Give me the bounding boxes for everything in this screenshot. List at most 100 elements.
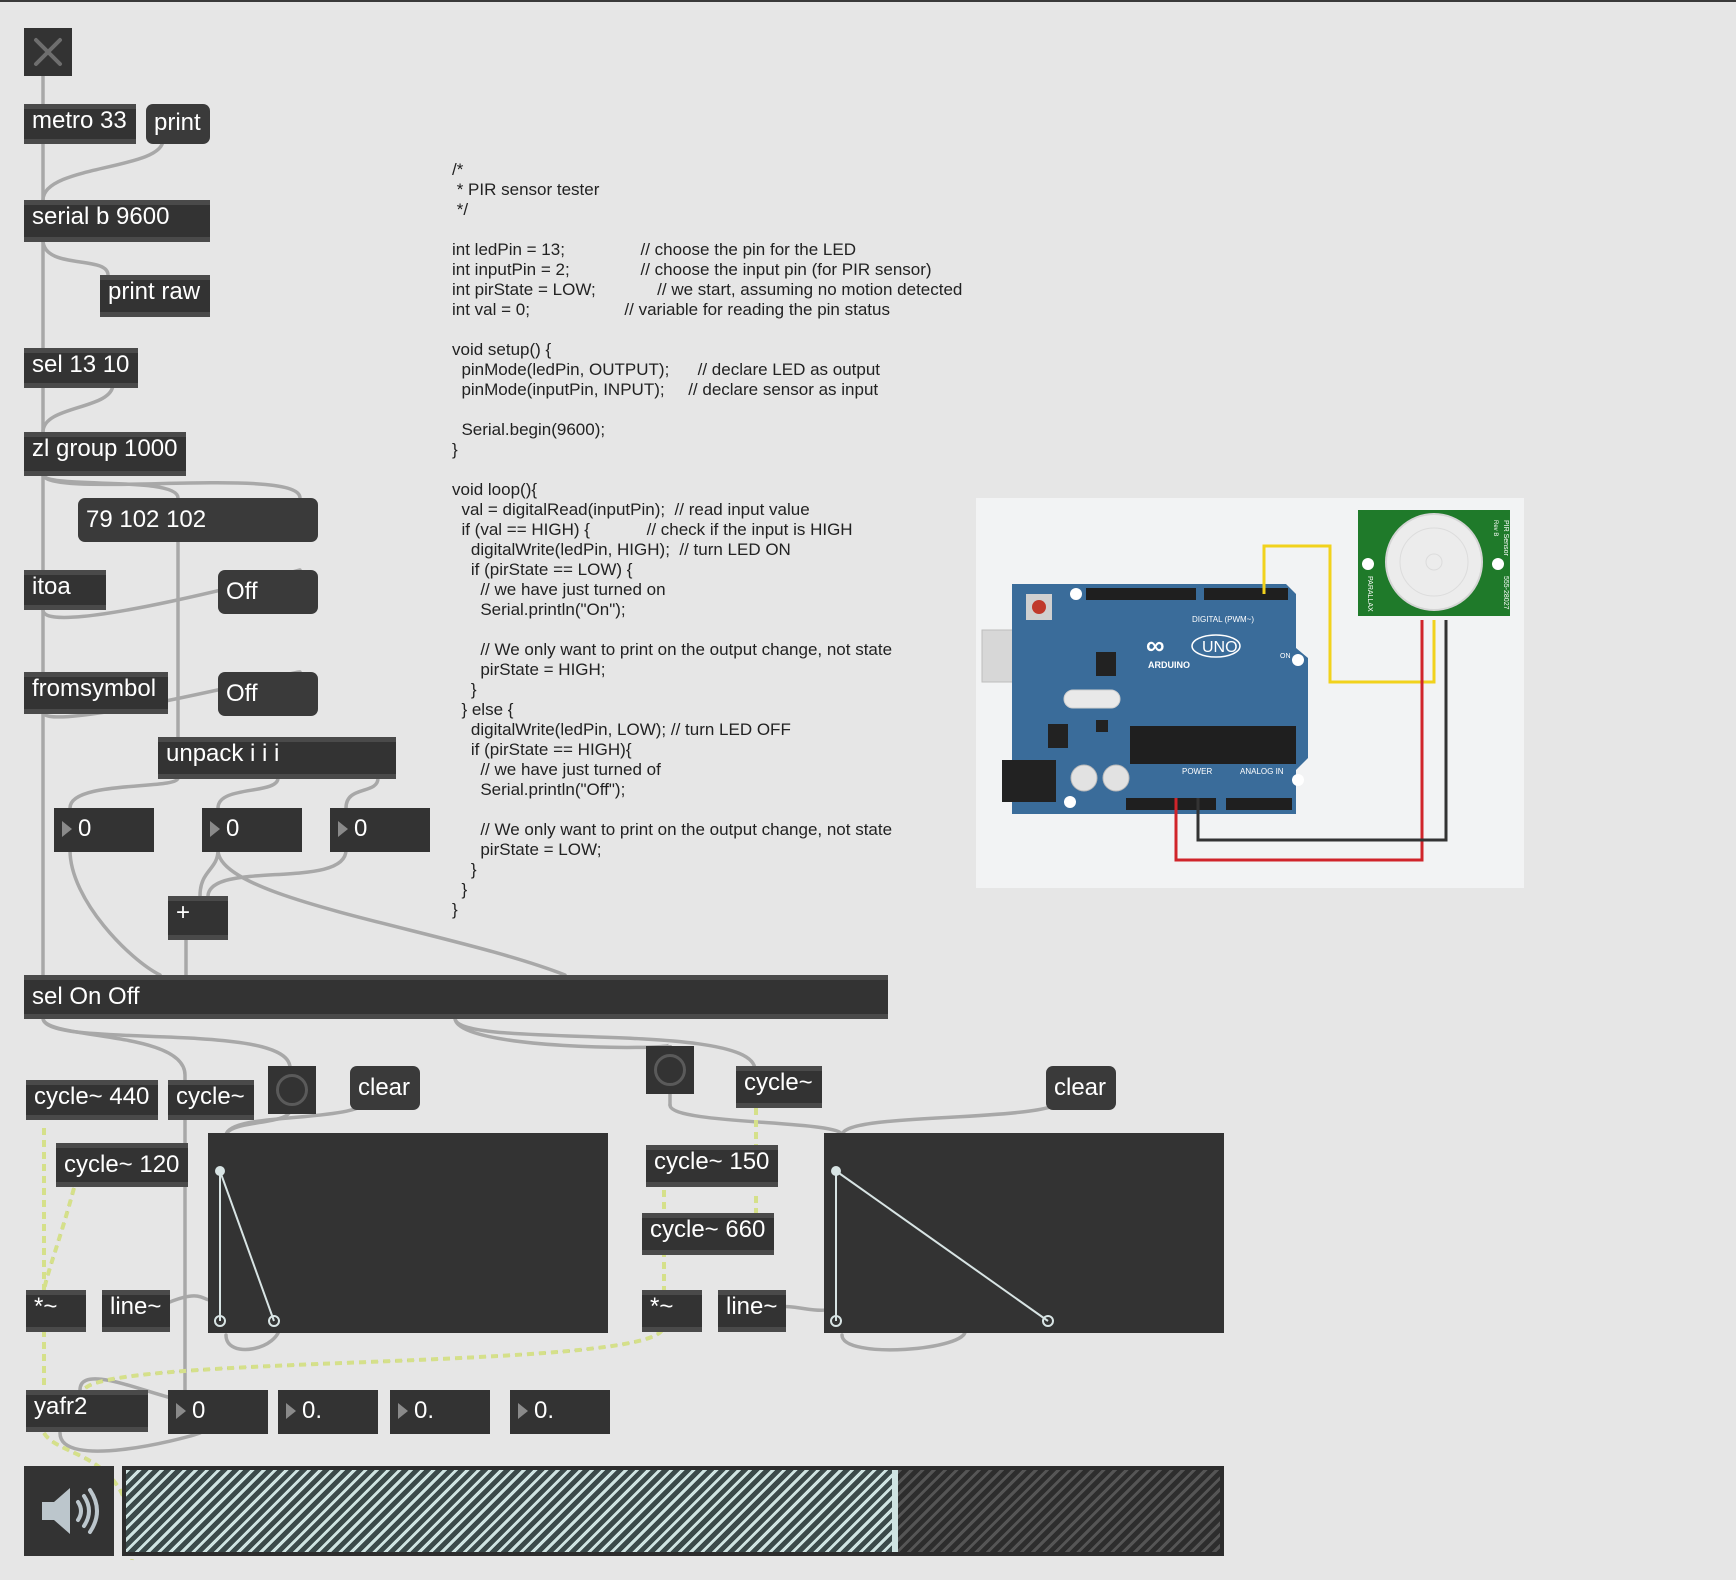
- code-line: }: [452, 680, 477, 699]
- line-object-b[interactable]: line~: [718, 1290, 786, 1332]
- code-line: */: [452, 200, 469, 219]
- zl-group-label: zl group 1000: [32, 435, 178, 462]
- svg-text:∞: ∞: [1146, 630, 1165, 660]
- cycle-150-object[interactable]: cycle~ 150: [646, 1145, 778, 1187]
- print-raw-object[interactable]: print raw: [100, 275, 210, 317]
- arduino-model-text: UNO: [1202, 639, 1238, 656]
- clear-message-b[interactable]: clear: [1046, 1066, 1116, 1110]
- yafr2-object[interactable]: yafr2: [26, 1390, 148, 1432]
- code-line: } else {: [452, 700, 514, 719]
- number-box-unpack-2[interactable]: 0: [202, 808, 302, 852]
- list-message[interactable]: 79 102 102: [78, 498, 318, 542]
- function-graph-b[interactable]: [824, 1133, 1224, 1333]
- itoa-object[interactable]: itoa: [24, 570, 106, 610]
- cycle-120-object[interactable]: cycle~ 120: [56, 1143, 188, 1187]
- metro-object[interactable]: metro 33: [24, 104, 136, 144]
- print-message[interactable]: print: [146, 104, 210, 144]
- itoa-label: itoa: [32, 573, 71, 600]
- toggle-button[interactable]: [24, 28, 72, 76]
- code-line: // We only want to print on the output c…: [452, 820, 893, 839]
- cycle-120-label: cycle~ 120: [64, 1151, 180, 1178]
- bang-button-a[interactable]: [268, 1066, 316, 1114]
- number-value: 0: [78, 815, 92, 842]
- code-line: * PIR sensor tester: [452, 180, 600, 199]
- number-box-yafr-2[interactable]: 0.: [278, 1390, 378, 1434]
- code-line: }: [452, 860, 477, 879]
- pir-part-text: 555-28027: [1502, 576, 1509, 610]
- code-line: Serial.begin(9600);: [452, 420, 606, 439]
- off-message-1[interactable]: Off: [218, 570, 318, 614]
- sel-on-off-object[interactable]: sel On Off: [24, 975, 888, 1019]
- sel-13-10-object[interactable]: sel 13 10: [24, 348, 138, 388]
- number-arrow-icon: [176, 1403, 186, 1419]
- code-line: }: [452, 440, 458, 459]
- cycle-660-object[interactable]: cycle~ 660: [642, 1213, 774, 1255]
- number-arrow-icon: [286, 1403, 296, 1419]
- mul-object-a[interactable]: *~: [26, 1290, 86, 1332]
- line-object-a[interactable]: line~: [102, 1290, 170, 1332]
- level-meter[interactable]: [122, 1466, 1224, 1556]
- code-line: digitalWrite(ledPin, LOW); // turn LED O…: [452, 720, 791, 739]
- serial-object[interactable]: serial b 9600: [24, 200, 210, 242]
- number-box-unpack-3[interactable]: 0: [330, 808, 430, 852]
- mul-a-label: *~: [34, 1293, 58, 1320]
- code-line: void loop(){: [452, 480, 538, 499]
- fromsymbol-label: fromsymbol: [32, 675, 157, 702]
- code-line: }: [452, 900, 458, 919]
- number-value: 0.: [414, 1397, 435, 1424]
- number-arrow-icon: [338, 821, 348, 837]
- arduino-brand-text: ARDUINO: [1148, 660, 1190, 670]
- level-meter-fill: [126, 1470, 892, 1552]
- analog-label-text: ANALOG IN: [1240, 767, 1284, 776]
- cycle-440-label: cycle~ 440: [34, 1083, 150, 1110]
- code-line: // We only want to print on the output c…: [452, 640, 893, 659]
- sel-13-10-label: sel 13 10: [32, 351, 130, 378]
- cycle-b-label: cycle~: [744, 1069, 813, 1096]
- code-line: /*: [452, 160, 464, 179]
- plus-object[interactable]: +: [168, 896, 228, 940]
- pir-brand-text: PARALLAX: [1366, 576, 1373, 612]
- function-graph-a[interactable]: [208, 1133, 608, 1333]
- bang-button-b[interactable]: [646, 1046, 694, 1094]
- code-line: digitalWrite(ledPin, HIGH); // turn LED …: [452, 540, 791, 559]
- number-box-unpack-1[interactable]: 0: [54, 808, 154, 852]
- code-line: if (pirState == HIGH){: [452, 740, 632, 759]
- plus-label: +: [176, 899, 191, 926]
- number-box-yafr-1[interactable]: 0: [168, 1390, 268, 1434]
- mul-object-b[interactable]: *~: [642, 1290, 702, 1332]
- fromsymbol-object[interactable]: fromsymbol: [24, 672, 168, 714]
- line-a-label: line~: [110, 1293, 162, 1320]
- code-line: if (pirState == LOW) {: [452, 560, 633, 579]
- number-arrow-icon: [398, 1403, 408, 1419]
- function-graph-a-curve: [214, 1166, 280, 1327]
- number-box-yafr-3[interactable]: 0.: [390, 1390, 490, 1434]
- code-line: pinMode(inputPin, INPUT); // declare sen…: [452, 380, 879, 399]
- code-line: }: [452, 880, 468, 899]
- off-message-2-label: Off: [226, 680, 258, 707]
- close-x-icon: [34, 38, 62, 66]
- code-line: int pirState = LOW; // we start, assumin…: [452, 280, 963, 299]
- off-message-2[interactable]: Off: [218, 672, 318, 716]
- audio-output-dac[interactable]: [24, 1466, 114, 1556]
- clear-message-a[interactable]: clear: [350, 1066, 420, 1110]
- cycle-object-a[interactable]: cycle~: [168, 1080, 254, 1120]
- code-line: void setup() {: [452, 340, 552, 359]
- cycle-440-object[interactable]: cycle~ 440: [26, 1080, 158, 1120]
- speaker-icon: [42, 1488, 99, 1534]
- power-label-text: POWER: [1182, 767, 1212, 776]
- zl-group-object[interactable]: zl group 1000: [24, 432, 186, 476]
- number-value: 0.: [534, 1397, 555, 1424]
- unpack-object[interactable]: unpack i i i: [158, 737, 396, 779]
- number-box-yafr-4[interactable]: 0.: [510, 1390, 610, 1434]
- mul-b-label: *~: [650, 1293, 674, 1320]
- line-b-label: line~: [726, 1293, 778, 1320]
- cycle-object-b[interactable]: cycle~: [736, 1066, 822, 1108]
- pir-rev-text: Rev B: [1492, 520, 1498, 536]
- number-arrow-icon: [518, 1403, 528, 1419]
- number-value: 0.: [302, 1397, 323, 1424]
- off-message-1-label: Off: [226, 578, 258, 605]
